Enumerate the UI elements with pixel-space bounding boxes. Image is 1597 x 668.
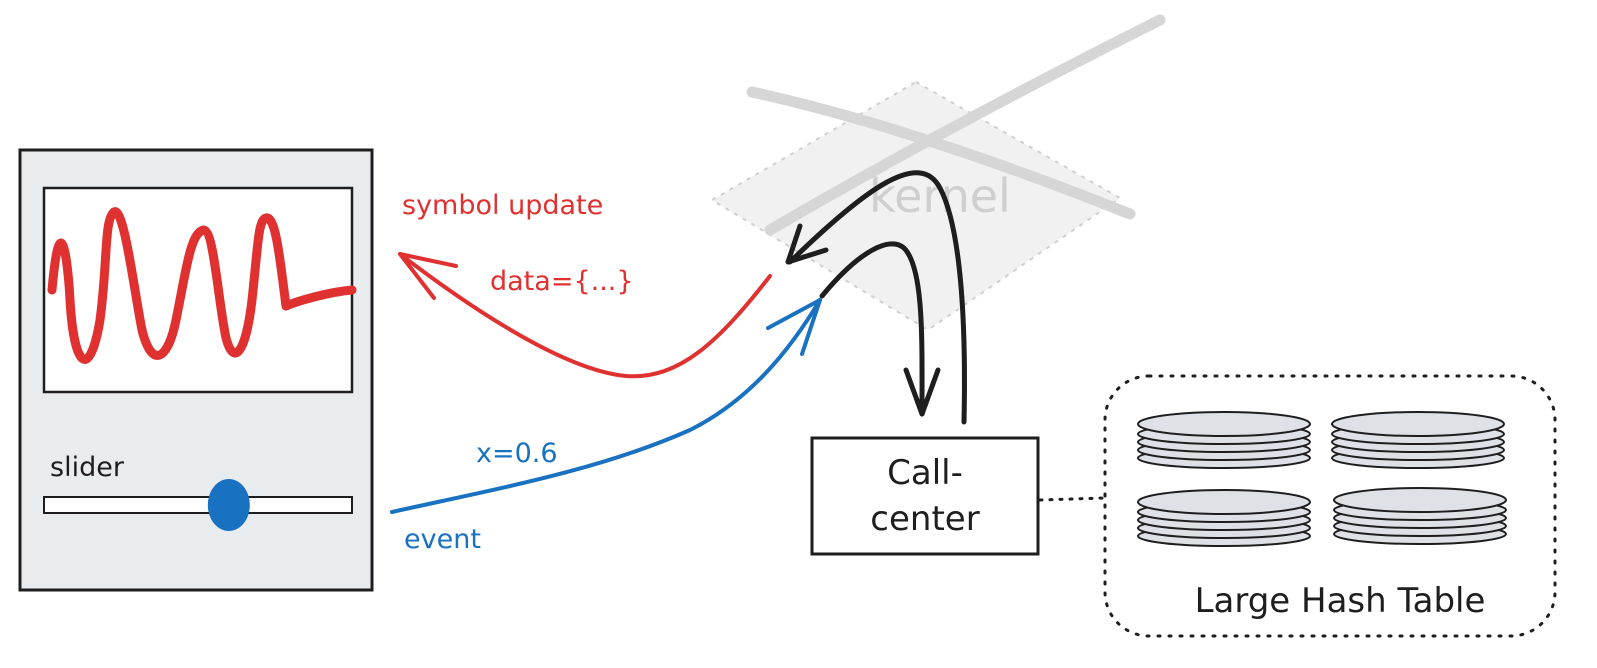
hash-table-node: Large Hash Table	[1103, 374, 1557, 638]
kernel-node: kernel	[710, 14, 1166, 332]
callcenter-label-line2: center	[870, 499, 979, 539]
event-label: event	[404, 524, 481, 555]
symbol-update-label: symbol update	[402, 190, 603, 221]
callcenter-hashtable-connector	[1038, 496, 1106, 502]
event-arrow	[390, 298, 822, 514]
disk-stack-1	[1137, 411, 1311, 469]
ui-panel: slider	[18, 148, 374, 592]
disk-stack-3	[1137, 489, 1311, 547]
event-arrow-line	[390, 298, 822, 514]
slider-thumb[interactable]	[207, 479, 250, 531]
x-value-label: x=0.6	[476, 438, 558, 469]
disk-stack-2	[1331, 411, 1505, 469]
disk-stack-4	[1333, 487, 1507, 545]
diagram-canvas: kernel slider Call- center Large Hash Ta…	[18, 14, 1557, 638]
slider-track[interactable]	[43, 496, 353, 514]
kernel-label: kernel	[869, 169, 1011, 223]
slider-label: slider	[50, 452, 125, 483]
callcenter-label-line1: Call-	[887, 453, 963, 493]
data-payload-label: data={...}	[490, 266, 634, 297]
hash-table-label: Large Hash Table	[1195, 581, 1486, 621]
event-arrowhead	[766, 298, 822, 356]
callcenter-node: Call- center	[810, 436, 1040, 556]
